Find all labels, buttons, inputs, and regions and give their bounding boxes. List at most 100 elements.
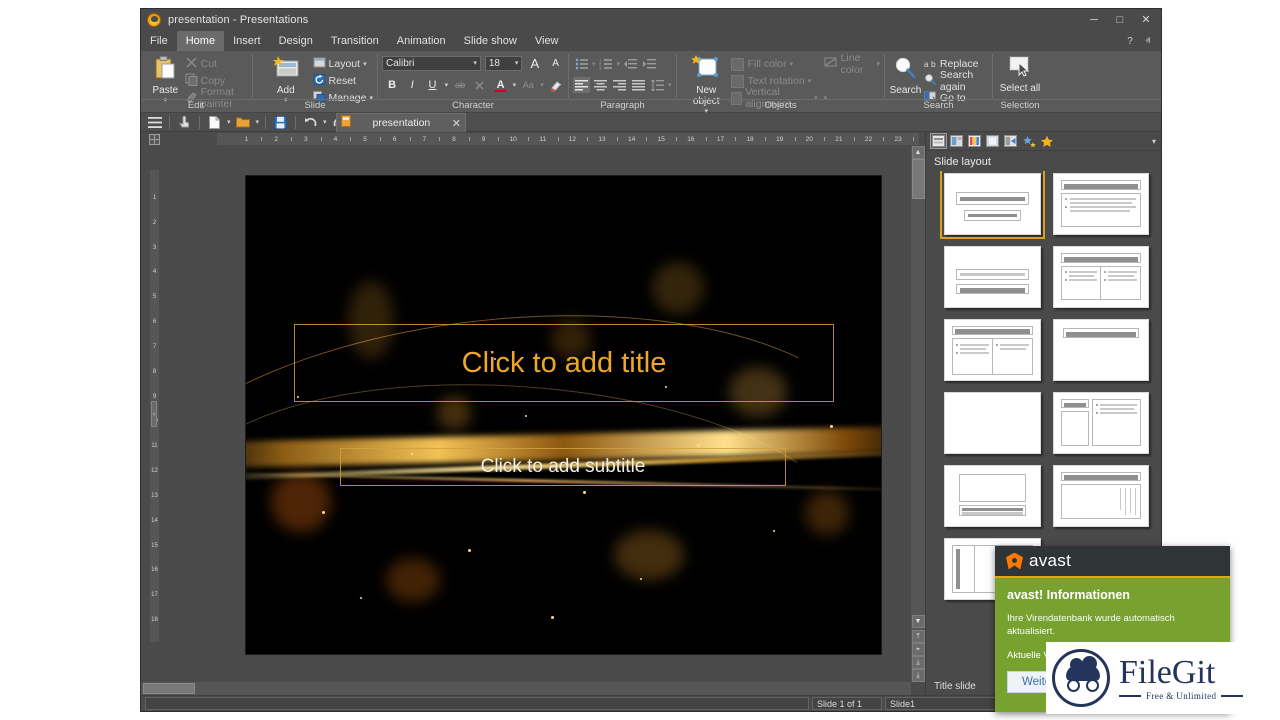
highlight-button[interactable] (548, 77, 564, 93)
thumb-bar (968, 214, 1017, 217)
search-again-button[interactable]: Search again (924, 69, 988, 93)
italic-button[interactable]: I (404, 77, 420, 93)
menu-insert[interactable]: Insert (224, 31, 270, 51)
line-spacing-button[interactable] (649, 77, 666, 93)
bullet-list-caret-icon[interactable]: ▾ (592, 60, 596, 68)
panel-more-icon[interactable]: ▾ (1152, 137, 1156, 146)
change-case-button[interactable]: Aa (520, 77, 536, 93)
increase-indent-button[interactable] (641, 56, 658, 72)
maximize-button[interactable]: □ (1107, 9, 1133, 31)
replace-icon: a b (923, 59, 936, 69)
font-name-caret-icon[interactable]: ▾ (473, 59, 477, 67)
scroll-up-button[interactable]: ▲ (911, 146, 925, 159)
align-left-button[interactable] (573, 77, 590, 93)
close-button[interactable]: ✕ (1133, 9, 1159, 31)
slide-canvas[interactable]: Click to add title Click to add subtitle (246, 176, 881, 654)
new-file-icon[interactable] (206, 114, 223, 130)
menu-slide-show[interactable]: Slide show (455, 31, 526, 51)
menu-view[interactable]: View (526, 31, 568, 51)
transition-tab[interactable] (1003, 134, 1018, 148)
justify-button[interactable] (630, 77, 647, 93)
font-color-caret-icon[interactable]: ▾ (513, 81, 517, 89)
minimize-button[interactable]: ─ (1081, 9, 1107, 31)
layout-thumb-picture-with-caption[interactable] (944, 465, 1041, 527)
superscript-button[interactable] (472, 77, 488, 93)
previous-slide-button[interactable]: ⤒ (911, 630, 925, 643)
horizontal-ruler[interactable]: 1234567891011121314151617181920212223242… (217, 133, 919, 145)
animation-tab[interactable] (1021, 134, 1036, 148)
filegit-tagline-row: Free & Unlimited (1119, 691, 1244, 701)
layout-thumb-section-header[interactable] (944, 246, 1041, 308)
objects-spacer-1 (824, 73, 880, 89)
layout-thumb-two-content[interactable] (1052, 246, 1149, 308)
font-color-button[interactable]: A (492, 77, 508, 93)
screenshot-root: presentation - Presentations ─ □ ✕ File … (0, 0, 1280, 720)
layout-thumb-title-and-content[interactable] (1052, 173, 1149, 235)
reset-button[interactable]: Reset (313, 73, 373, 89)
underline-button[interactable]: U (424, 77, 440, 93)
horizontal-scroll-thumb[interactable] (143, 683, 195, 694)
font-size-caret-icon[interactable]: ▾ (515, 59, 519, 67)
open-folder-caret-icon[interactable]: ▾ (256, 118, 260, 126)
menu-transition[interactable]: Transition (322, 31, 388, 51)
numbered-list-caret-icon[interactable]: ▾ (617, 60, 621, 68)
open-folder-icon[interactable] (235, 114, 252, 130)
filegit-logo-icon (1052, 649, 1110, 707)
shrink-font-button[interactable]: A (547, 55, 564, 71)
hamburger-menu-icon[interactable] (146, 114, 163, 130)
document-tab[interactable]: presentation ✕ (336, 113, 466, 132)
decrease-indent-button[interactable] (622, 56, 639, 72)
align-center-button[interactable] (592, 77, 609, 93)
ruler-corner[interactable] (141, 132, 167, 146)
thumb-shape (1060, 399, 1089, 408)
subtitle-placeholder[interactable]: Click to add subtitle (340, 448, 786, 486)
help-icon[interactable]: ? (1121, 31, 1139, 51)
new-file-caret-icon[interactable]: ▾ (227, 118, 231, 126)
ribbon: Paste ▾ Cut Copy Format painter Edit Add… (141, 51, 1161, 115)
undo-caret-icon[interactable]: ▾ (323, 118, 327, 126)
next-slide-button[interactable]: ⤓ (911, 656, 925, 669)
layout-thumb-comparison[interactable] (944, 319, 1041, 381)
master-slides-tab[interactable] (949, 134, 964, 148)
select-object-button[interactable]: ⌖ (911, 643, 925, 656)
slide-layout-tab[interactable] (930, 133, 947, 149)
touch-mode-icon[interactable] (176, 114, 193, 130)
collapse-ribbon-icon[interactable]: ⱏ (1139, 31, 1157, 51)
line-spacing-caret-icon[interactable]: ▾ (668, 81, 672, 89)
title-placeholder[interactable]: Click to add title (294, 324, 834, 402)
background-tab[interactable] (985, 134, 1000, 148)
font-size-combo[interactable]: 18 ▾ (484, 55, 523, 71)
font-name-combo[interactable]: Calibri ▾ (382, 55, 481, 71)
save-icon[interactable] (272, 114, 289, 130)
strikethrough-button[interactable]: ab (452, 77, 468, 93)
menu-home[interactable]: Home (176, 31, 225, 51)
bold-button[interactable]: B (384, 77, 400, 93)
menu-animation[interactable]: Animation (388, 31, 455, 51)
layout-thumb-title-and-vertical-text[interactable] (1052, 465, 1149, 527)
scroll-down-button[interactable]: ▼ (911, 615, 925, 628)
layout-thumb-blank[interactable] (944, 392, 1041, 454)
layout-thumb-title-slide[interactable] (940, 171, 1045, 239)
grow-font-button[interactable]: A (526, 55, 543, 71)
left-pane-handle[interactable]: ‹ (151, 401, 157, 427)
menu-design[interactable]: Design (270, 31, 322, 51)
bullet-list-button[interactable] (573, 56, 590, 72)
close-tab-icon[interactable]: ✕ (452, 117, 461, 130)
undo-icon[interactable] (302, 114, 319, 130)
underline-caret-icon[interactable]: ▾ (445, 81, 449, 89)
favorites-tab[interactable] (1039, 134, 1054, 148)
last-slide-button[interactable]: ⤓ (911, 669, 925, 682)
line-color-icon (824, 56, 838, 72)
color-scheme-tab[interactable] (967, 134, 982, 148)
layout-button[interactable]: Layout ▾ (313, 56, 373, 72)
numbered-list-button[interactable]: 1 2 3 (598, 56, 615, 72)
align-right-button[interactable] (611, 77, 628, 93)
editor-horizontal-scrollbar[interactable] (141, 682, 911, 695)
layout-caret-icon[interactable]: ▾ (363, 60, 367, 68)
menu-file[interactable]: File (141, 31, 177, 51)
layout-thumb-title-only[interactable] (1052, 319, 1149, 381)
editor-vertical-scrollbar[interactable]: ▲ ▼ ⤒ ⌖ ⤓ ⤓ (911, 146, 925, 682)
scroll-thumb[interactable] (911, 159, 925, 199)
change-case-caret-icon[interactable]: ▾ (540, 81, 544, 89)
layout-thumb-content-with-caption[interactable] (1052, 392, 1149, 454)
